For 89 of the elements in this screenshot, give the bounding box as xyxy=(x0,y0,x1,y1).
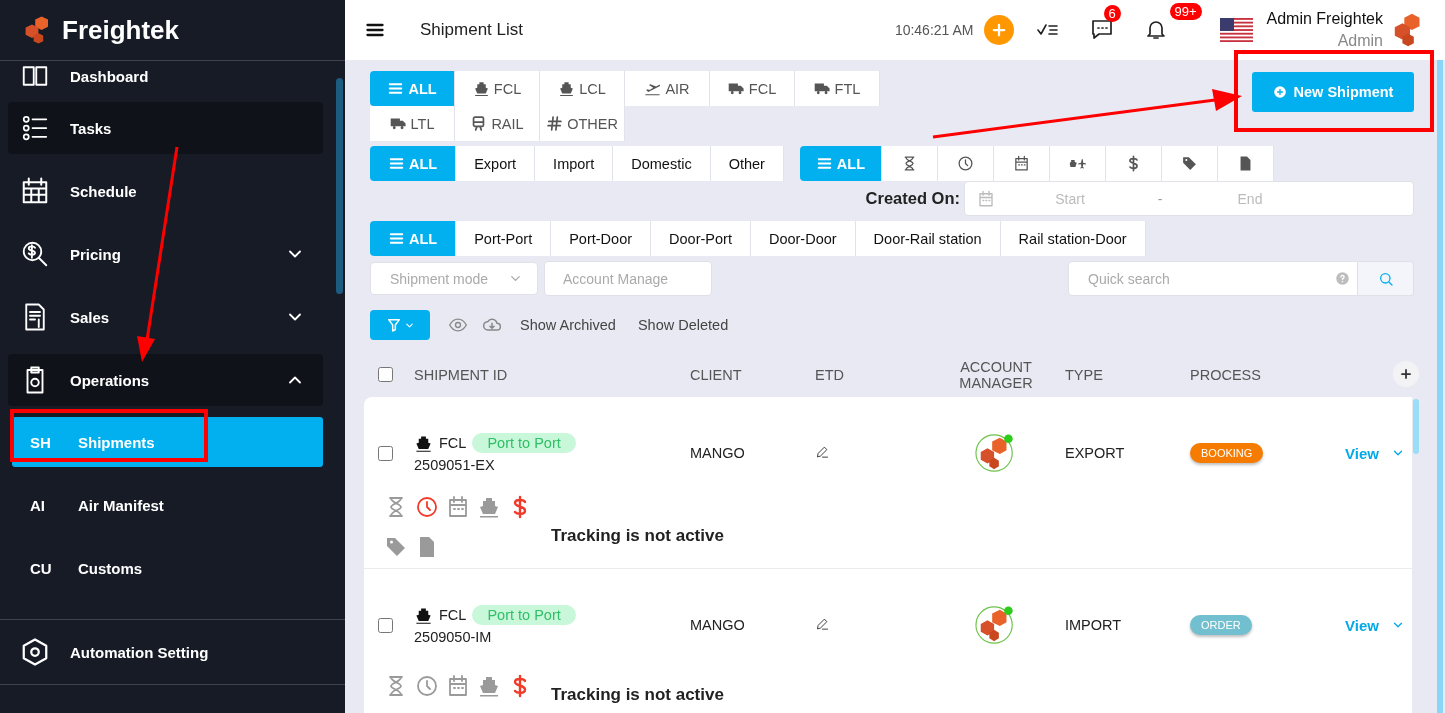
column-header: ETD xyxy=(815,366,845,383)
shipment-id: 2509051-EX xyxy=(414,457,496,473)
row-checkbox[interactable] xyxy=(378,617,393,633)
table-cell-text: MANGO xyxy=(690,445,746,461)
clock-time: 10:46:21 AM xyxy=(894,22,974,38)
sidebar-item[interactable]: Pricing xyxy=(8,228,323,280)
filter-tab[interactable]: FCL xyxy=(455,71,540,106)
pencil-icon[interactable] xyxy=(815,444,830,459)
sidebar-item[interactable]: Schedule xyxy=(8,165,323,217)
table-cell-text: MANGO xyxy=(690,617,746,633)
ship-icon xyxy=(414,433,433,453)
separator: - xyxy=(1156,190,1164,207)
shipment-id: 2509050-IM xyxy=(414,629,493,645)
field-label: Created On: xyxy=(865,189,960,208)
schedule-icon xyxy=(20,176,50,206)
scrollbar[interactable] xyxy=(1437,60,1443,713)
clock-icon xyxy=(956,155,974,172)
list-icon xyxy=(387,80,405,97)
user-name: Admin Freightek xyxy=(1266,9,1383,30)
column-header: TYPE xyxy=(1065,366,1104,383)
pencil-icon[interactable] xyxy=(815,616,830,631)
item-abbreviation: SH xyxy=(30,433,52,451)
brand-name: Freightek xyxy=(62,14,180,46)
calendar-icon xyxy=(1012,155,1030,172)
filter-tab[interactable]: AIR xyxy=(625,71,710,106)
column-header: CLIENT xyxy=(690,366,743,383)
quick-search-field[interactable]: Quick search xyxy=(1068,261,1358,296)
search-icon xyxy=(1377,270,1394,287)
route-badge: Port to Port xyxy=(472,605,576,625)
plus-icon xyxy=(1399,367,1413,381)
filter-tab[interactable]: RAIL xyxy=(455,106,540,141)
account-manager-field[interactable]: Account Manage xyxy=(544,261,712,296)
pricing-icon xyxy=(20,239,50,269)
sidebar-subitem[interactable]: CU Customs xyxy=(12,543,323,593)
filter-tab[interactable]: LTL xyxy=(370,106,455,141)
table-cell-text: IMPORT xyxy=(1065,617,1123,633)
sidebar-subitem[interactable]: AI Air Manifest xyxy=(12,480,323,530)
item-label: Customs xyxy=(78,559,143,577)
filter-tab[interactable]: LCL xyxy=(540,71,625,106)
tracking-status: Tracking is not active xyxy=(551,685,724,705)
table-cell-text: EXPORT xyxy=(1065,445,1126,461)
add-column-button[interactable] xyxy=(1393,361,1419,387)
list-icon xyxy=(388,230,405,247)
page-title: Shipment List xyxy=(420,20,523,40)
filter-tab[interactable]: OTHER xyxy=(540,106,625,141)
filter-icon xyxy=(385,317,402,333)
filter-tab[interactable]: FCL xyxy=(710,71,795,106)
item-abbreviation: AI xyxy=(30,496,46,514)
count-badge: 99+ xyxy=(1169,2,1202,20)
toolbar-link[interactable]: Show Deleted xyxy=(637,317,729,333)
item-label: Air Manifest xyxy=(78,496,164,514)
ship-icon xyxy=(558,80,576,97)
list-icon xyxy=(815,155,833,172)
calendar-icon xyxy=(977,189,995,208)
ship-icon xyxy=(472,80,490,97)
flag-icon[interactable] xyxy=(1219,18,1253,42)
item-label: Shipments xyxy=(78,433,155,451)
user-role: Admin xyxy=(1337,31,1383,51)
sidebar-item[interactable]: Operations xyxy=(8,354,323,406)
mode-label: FCL xyxy=(439,607,467,623)
item-abbreviation: CU xyxy=(30,559,53,577)
process-badge: BOOKING xyxy=(1190,443,1264,463)
sidebar-item[interactable]: Sales xyxy=(8,291,323,343)
column-header: SHIPMENT ID xyxy=(414,366,509,383)
scrollbar[interactable] xyxy=(336,78,343,294)
sidebar-item[interactable]: Automation Setting xyxy=(8,626,323,678)
placeholder: End xyxy=(1236,190,1264,207)
select-all-checkbox[interactable] xyxy=(378,367,393,382)
tag-icon xyxy=(1180,155,1198,172)
filter-tab[interactable]: FTL xyxy=(795,71,880,106)
row-checkbox[interactable] xyxy=(378,445,393,461)
sidebar-item[interactable]: Dashboard xyxy=(8,61,323,91)
column-header: ACCOUNT MANAGER xyxy=(960,358,1032,391)
list-icon xyxy=(388,155,405,172)
hash-icon xyxy=(546,115,564,132)
mode-label: FCL xyxy=(439,435,467,451)
plus-icon xyxy=(1272,85,1287,99)
process-badge: ORDER xyxy=(1190,615,1252,635)
hexagon-icon xyxy=(20,637,50,667)
placeholder: Start xyxy=(1054,190,1086,207)
route-badge: Port to Port xyxy=(472,433,576,453)
scrollbar[interactable] xyxy=(1413,399,1419,454)
count-badge: 6 xyxy=(1103,4,1121,22)
column-header: PROCESS xyxy=(1190,366,1262,383)
sidebar-item[interactable]: Tasks xyxy=(8,102,323,154)
toolbar-link[interactable]: Show Archived xyxy=(520,317,616,333)
tracking-status: Tracking is not active xyxy=(551,526,724,546)
ship-icon xyxy=(414,605,433,625)
tasks-icon xyxy=(20,113,50,143)
